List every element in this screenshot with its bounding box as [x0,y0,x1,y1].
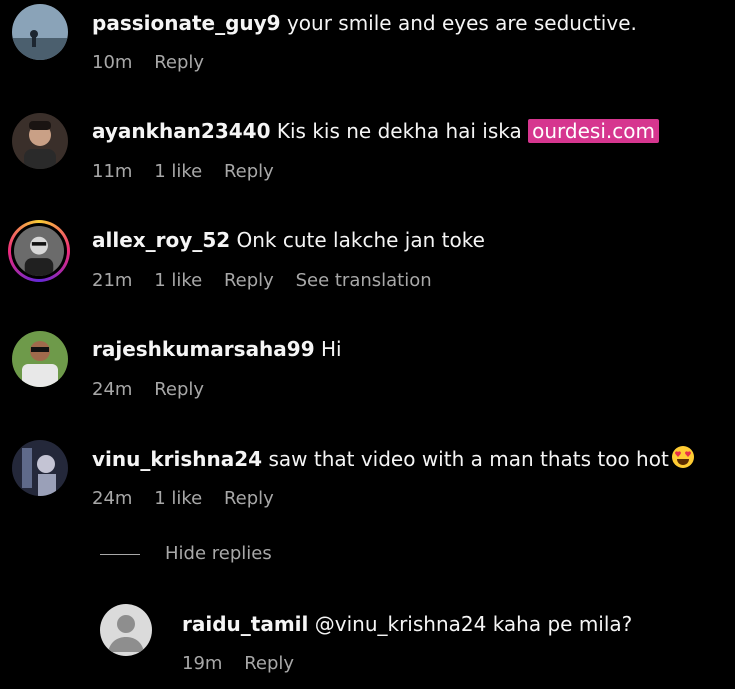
reply-button[interactable]: Reply [154,52,204,73]
reply-username[interactable]: raidu_tamil [182,612,308,636]
avatar[interactable] [12,4,68,60]
avatar[interactable] [12,440,68,496]
reply-button[interactable]: Reply [224,161,274,182]
default-avatar-icon[interactable] [100,604,152,656]
comment-time: 11m [92,161,133,182]
comment-username[interactable]: ayankhan23440 [92,119,271,143]
comment-time: 24m [92,488,133,509]
avatar[interactable] [12,113,68,169]
reply-time: 19m [182,653,223,674]
highlighted-link[interactable]: ourdesi.com [528,119,659,143]
reply-button[interactable]: Reply [244,653,294,674]
reply-button[interactable]: Reply [224,270,274,291]
comment-text: Hi [321,337,342,361]
likes-count[interactable]: 1 like [154,161,202,182]
likes-count[interactable]: 1 like [154,270,202,291]
comment-username[interactable]: passionate_guy9 [92,11,281,35]
heart-eyes-emoji-icon [671,445,695,475]
hide-replies-button[interactable]: Hide replies [165,543,272,564]
avatar[interactable] [12,331,68,387]
likes-count[interactable]: 1 like [154,488,202,509]
comment-username[interactable]: allex_roy_52 [92,228,230,252]
reply-button[interactable]: Reply [224,488,274,509]
comment-username[interactable]: rajeshkumarsaha99 [92,337,315,361]
comment-text: saw that video with a man thats too hot [268,447,669,471]
reply-button[interactable]: Reply [154,379,204,400]
comment-time: 10m [92,52,133,73]
comment-text: Kis kis ne dekha hai iska [276,119,522,143]
comment-text: Onk cute lakche jan toke [236,228,485,252]
reply-text: @vinu_krishna24 kaha pe mila? [314,612,633,636]
divider [100,554,140,555]
comment-time: 24m [92,379,133,400]
comment-text: your smile and eyes are seductive. [286,11,637,35]
comment-username[interactable]: vinu_krishna24 [92,447,262,471]
comment-time: 21m [92,270,133,291]
avatar-with-story-ring[interactable] [8,220,70,282]
see-translation-button[interactable]: See translation [296,270,432,291]
